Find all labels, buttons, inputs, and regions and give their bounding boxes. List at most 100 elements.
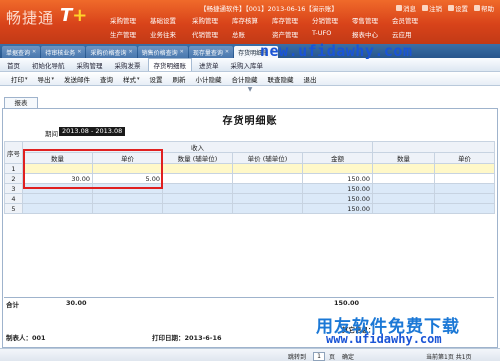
export-button[interactable]: 导出 ▾ — [33, 74, 60, 84]
subtotal-hide-button[interactable]: 小计隐藏 — [191, 74, 227, 84]
module-item[interactable]: 总账 — [232, 29, 245, 39]
module-item[interactable]: 库存管理 — [272, 15, 298, 25]
cell-qty: 30.00 — [22, 173, 93, 184]
col-header-qty-out[interactable]: 数量 — [372, 152, 436, 164]
cell-amount: 150.00 — [301, 193, 374, 204]
message-icon — [396, 5, 402, 11]
query-button[interactable]: 查询 — [95, 74, 118, 84]
nav-stock-in[interactable]: 采购入库单 — [226, 59, 269, 71]
table-row[interactable]: 5 150.00 — [4, 203, 496, 214]
collapse-arrow-icon[interactable]: ▼ — [0, 86, 500, 94]
cell-qty — [22, 163, 93, 174]
close-icon[interactable]: ✕ — [32, 49, 36, 55]
period-value: 2013.08 - 2013.08 — [59, 127, 126, 136]
nav-purchase-order[interactable]: 进货单 — [194, 59, 224, 71]
module-item[interactable]: 库存核算 — [232, 15, 258, 25]
module-menu-row2: 生产管理 业务往来 代销管理 总账 资产管理 T-UFO 报表中心 云应用 — [0, 29, 500, 42]
chevron-down-icon: ▾ — [51, 75, 55, 82]
tab-doc-query[interactable]: 单据查询 ✕ — [2, 46, 41, 58]
watermark-url-top: new.ufidawhy.com — [260, 42, 413, 60]
close-icon[interactable]: ✕ — [180, 49, 184, 55]
module-menu-row1: 采购管理 基础设置 采购管理 库存核算 库存管理 分销管理 零售管理 会员管理 — [0, 15, 500, 28]
module-item[interactable]: 业务往来 — [150, 29, 176, 39]
cell-amount: 150.00 — [301, 203, 374, 214]
goto-label: 跳转到 — [288, 354, 307, 361]
cell-price-aux — [232, 173, 303, 184]
cell-qty — [22, 203, 93, 214]
module-item[interactable]: 基础设置 — [150, 15, 176, 25]
settings-button[interactable]: 设置 — [448, 3, 468, 13]
total-label: 合计 — [6, 301, 19, 309]
help-button[interactable]: 帮助 — [474, 3, 494, 13]
nav-purchase[interactable]: 采购管理 — [72, 59, 108, 71]
period-label: 期间 — [45, 130, 58, 138]
table-row[interactable]: 4 150.00 — [4, 193, 496, 204]
nav-home[interactable]: 首页 — [2, 59, 25, 71]
cell-price: 5.00 — [92, 173, 163, 184]
cell-qty-out — [372, 173, 436, 184]
module-item[interactable]: 资产管理 — [272, 29, 298, 39]
tab-purchase-price[interactable]: 采购价格查询 ✕ — [86, 46, 137, 58]
module-item[interactable]: 零售管理 — [352, 15, 378, 25]
message-button[interactable]: 消息 — [396, 3, 416, 13]
page-nav: 首页 初始化导航 采购管理 采购发票 存货明细账 进货单 采购入库单 — [0, 58, 500, 72]
cell-price-aux — [232, 163, 303, 174]
cell-price-out — [434, 183, 496, 194]
ledger-table: 序号 收入 数量 单价 数量 (辅单位) 单价 (辅单位) 金额 数量 单价 1… — [4, 141, 496, 214]
col-header-qty-aux[interactable]: 数量 (辅单位) — [162, 152, 233, 164]
module-item[interactable]: 采购管理 — [192, 15, 218, 25]
col-header-index: 序号 — [4, 141, 23, 164]
group-header-income: 收入 — [21, 141, 374, 153]
table-row[interactable]: 3 150.00 — [4, 183, 496, 194]
tab-pending-review[interactable]: 待审核业务 ✕ — [41, 46, 86, 58]
close-icon[interactable]: ✕ — [77, 49, 81, 55]
close-icon[interactable]: ✕ — [128, 49, 132, 55]
col-header-qty[interactable]: 数量 — [22, 152, 93, 164]
module-item[interactable]: T-UFO — [312, 29, 331, 37]
settings-button[interactable]: 设置 — [145, 74, 168, 84]
module-item[interactable]: 生产管理 — [110, 29, 136, 39]
table-row[interactable]: 1 — [4, 163, 496, 174]
help-icon — [474, 5, 480, 11]
page-input[interactable]: 1 — [313, 352, 325, 361]
module-item[interactable]: 报表中心 — [352, 29, 378, 39]
nav-inventory-ledger[interactable]: 存货明细账 — [147, 58, 192, 71]
print-button[interactable]: 打印 ▾ — [6, 74, 33, 84]
table-row[interactable]: 2 30.00 5.00 150.00 — [4, 173, 496, 184]
top-tools: 消息 注销 设置 帮助 — [396, 3, 494, 13]
col-header-price-aux[interactable]: 单价 (辅单位) — [232, 152, 303, 164]
close-icon[interactable]: ✕ — [225, 49, 229, 55]
quick-tab-bar: 单据查询 ✕ 待审核业务 ✕ 采购价格查询 ✕ 销售价格查询 ✕ 现存量查询 ✕ 存货明细… — [0, 44, 500, 58]
cell-price-aux — [232, 203, 303, 214]
cell-price — [92, 193, 163, 204]
total-row: 合计 30.00 150.00 — [4, 297, 494, 309]
module-item[interactable]: 代销管理 — [192, 29, 218, 39]
module-item[interactable]: 分销管理 — [312, 15, 338, 25]
col-header-price[interactable]: 单价 — [92, 152, 163, 164]
watermark-url-bottom: www.ufidawhy.com — [326, 332, 442, 346]
nav-init-guide[interactable]: 初始化导航 — [27, 59, 70, 71]
total-hide-button[interactable]: 合计隐藏 — [227, 74, 263, 84]
module-item[interactable]: 采购管理 — [110, 15, 136, 25]
module-item[interactable]: 云应用 — [392, 29, 412, 39]
nav-purchase-invoice[interactable]: 采购发票 — [110, 59, 146, 71]
col-header-price-out[interactable]: 单价 — [434, 152, 496, 164]
send-email-button[interactable]: 发送邮件 — [59, 74, 95, 84]
refresh-button[interactable]: 刷新 — [168, 74, 191, 84]
col-header-amount[interactable]: 金额 — [301, 152, 374, 164]
module-item[interactable]: 会员管理 — [392, 15, 418, 25]
cell-qty-aux — [162, 173, 233, 184]
cell-price — [92, 183, 163, 194]
maker-info: 制表人：001 — [6, 334, 46, 342]
tab-sales-price[interactable]: 销售价格查询 ✕ — [137, 46, 188, 58]
style-button[interactable]: 样式 ▾ — [118, 74, 145, 84]
report-tab[interactable]: 报表 — [4, 97, 38, 108]
tab-stock-query[interactable]: 现存量查询 ✕ — [188, 46, 234, 58]
cell-qty-aux — [162, 163, 233, 174]
logout-button[interactable]: 注销 — [422, 3, 442, 13]
link-hide-button[interactable]: 联查隐藏 — [263, 74, 299, 84]
goto-confirm-button[interactable]: 确定 — [342, 352, 354, 361]
cell-qty-aux — [162, 203, 233, 214]
cell-qty-aux — [162, 183, 233, 194]
exit-button[interactable]: 退出 — [299, 74, 322, 84]
